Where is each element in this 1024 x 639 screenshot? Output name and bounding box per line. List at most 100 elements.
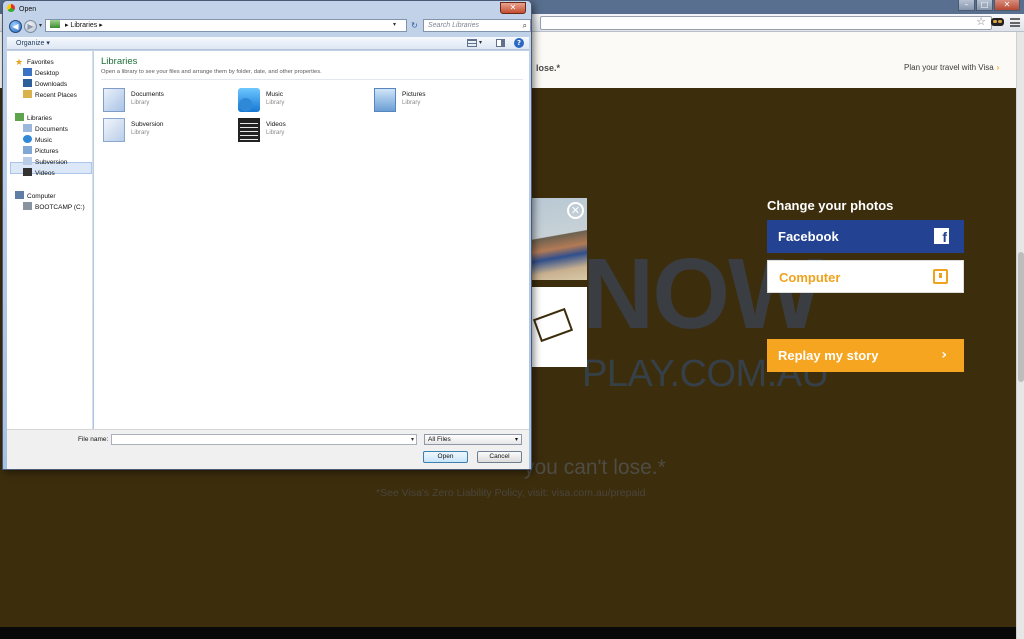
library-item-documents[interactable]: Documents Library xyxy=(103,88,223,116)
scrollbar-thumb[interactable] xyxy=(1018,252,1024,382)
file-type-value: All Files xyxy=(428,436,451,443)
replay-label: Replay my story xyxy=(778,348,879,363)
change-view-icon[interactable] xyxy=(467,39,477,47)
change-photos-title: Change your photos xyxy=(767,198,894,213)
file-type-select[interactable]: All Files ▾ xyxy=(424,434,522,445)
nav-recent-places[interactable]: Recent Places xyxy=(23,90,77,101)
nav-computer[interactable]: Computer xyxy=(15,191,56,202)
file-type-dropdown-icon: ▾ xyxy=(514,437,518,443)
maximize-button[interactable]: □ xyxy=(976,0,993,11)
hero-word: NOW xyxy=(582,238,822,350)
music-icon xyxy=(23,135,32,143)
bookmark-star-icon[interactable]: ☆ xyxy=(976,15,986,29)
computer-button[interactable]: Computer xyxy=(767,260,964,293)
subversion-library-icon xyxy=(103,118,125,142)
library-name: Documents xyxy=(131,91,164,98)
minimize-button[interactable]: – xyxy=(958,0,975,11)
music-library-icon xyxy=(238,88,260,112)
computer-label: Computer xyxy=(779,270,841,285)
nav-bootcamp-drive[interactable]: BOOTCAMP (C:) xyxy=(23,202,85,213)
content-title: Libraries xyxy=(101,56,138,67)
nav-libraries[interactable]: Libraries xyxy=(15,113,52,124)
dialog-address-arrow[interactable]: ▸ xyxy=(65,22,69,29)
dialog-address-arrow-2[interactable]: ▸ xyxy=(99,22,103,29)
library-name: Subversion xyxy=(131,121,164,128)
forward-arrow-icon[interactable]: ▶ xyxy=(24,20,37,33)
close-photo-icon[interactable]: ✕ xyxy=(567,202,584,219)
back-arrow-icon[interactable]: ◀ xyxy=(9,20,22,33)
preview-pane-icon[interactable] xyxy=(496,39,505,47)
nav-downloads[interactable]: Downloads xyxy=(23,79,67,90)
videos-library-icon xyxy=(238,118,260,142)
facebook-label: Facebook xyxy=(778,229,839,244)
window-controls: – □ ✕ xyxy=(957,0,1020,12)
empty-photo-slot[interactable] xyxy=(532,287,587,367)
nav-documents[interactable]: Documents xyxy=(23,124,68,135)
nav-music[interactable]: Music xyxy=(23,135,52,146)
search-placeholder: Search Libraries xyxy=(428,22,479,29)
nav-desktop[interactable]: Desktop xyxy=(23,68,59,79)
dialog-title-text: Open xyxy=(19,6,37,13)
chrome-icon xyxy=(7,4,15,12)
refresh-icon[interactable]: ↻ xyxy=(409,19,420,32)
nav-favorites[interactable]: ★ Favorites xyxy=(15,57,54,68)
libraries-nav-icon xyxy=(15,113,24,121)
library-type: Library xyxy=(402,100,421,106)
plan-link-label: Plan your travel with Visa xyxy=(904,63,994,72)
open-button[interactable]: Open xyxy=(423,451,468,463)
library-name: Videos xyxy=(266,121,286,128)
dialog-title: Open xyxy=(7,4,36,13)
navigation-pane: ★ Favorites Desktop Downloads Recent Plac… xyxy=(7,51,93,429)
facebook-icon: f xyxy=(934,228,949,245)
file-list-pane: Libraries Open a library to see your fil… xyxy=(94,51,529,429)
help-icon[interactable]: ? xyxy=(514,38,524,48)
dialog-bottom-bar: File name: ▾ All Files ▾ Open Cancel xyxy=(7,429,529,469)
file-name-dropdown-icon[interactable]: ▾ xyxy=(411,435,414,446)
dialog-address-bar[interactable]: ▸ Libraries ▸ ▾ xyxy=(45,19,407,32)
dialog-close-button[interactable]: ✕ xyxy=(500,2,526,14)
slogan: you can't lose.* xyxy=(524,456,666,479)
page-footer xyxy=(0,627,1024,639)
close-window-button[interactable]: ✕ xyxy=(994,0,1020,11)
browser-menu-icon[interactable] xyxy=(1010,18,1020,27)
plan-travel-link[interactable]: Plan your travel with Visa › xyxy=(904,63,999,72)
cancel-button[interactable]: Cancel xyxy=(477,451,522,463)
address-dropdown-icon[interactable]: ▾ xyxy=(393,20,396,31)
nav-pictures[interactable]: Pictures xyxy=(23,146,58,157)
extension-glasses-icon[interactable] xyxy=(991,18,1004,26)
facebook-button[interactable]: Facebook f xyxy=(767,220,964,253)
arrow-right-icon: › xyxy=(996,63,1000,72)
header-tagline: lose.* xyxy=(536,63,561,73)
address-path[interactable]: Libraries xyxy=(70,22,97,29)
address-bar[interactable] xyxy=(540,16,992,30)
upload-computer-icon xyxy=(933,269,948,284)
content-subtitle: Open a library to see your files and arr… xyxy=(101,69,322,75)
nav-videos[interactable]: Videos xyxy=(23,168,55,179)
library-item-music[interactable]: Music Library xyxy=(238,88,358,116)
replay-story-button[interactable]: Replay my story › xyxy=(767,339,964,372)
library-item-subversion[interactable]: Subversion Library xyxy=(103,118,223,146)
open-file-dialog: Open ✕ ◀ ▶ ▾ ▸ Libraries ▸ ▾ ↻ Search Li… xyxy=(2,0,532,470)
library-type: Library xyxy=(131,100,150,106)
nav-subversion[interactable]: Subversion xyxy=(23,157,68,168)
search-icon[interactable]: ⌕ xyxy=(523,20,527,31)
search-libraries-input[interactable]: Search Libraries ⌕ xyxy=(423,19,531,32)
library-type: Library xyxy=(266,100,285,106)
page-scrollbar[interactable] xyxy=(1016,32,1024,639)
view-dropdown-icon[interactable]: ▾ xyxy=(479,37,482,50)
organize-button[interactable]: Organize ▾ xyxy=(16,37,50,50)
image-placeholder-icon xyxy=(532,307,574,343)
history-dropdown-icon[interactable]: ▾ xyxy=(39,22,42,30)
story-photo: ✕ xyxy=(532,198,587,280)
library-item-videos[interactable]: Videos Library xyxy=(238,118,358,146)
subversion-icon xyxy=(23,157,32,165)
file-name-input[interactable]: ▾ xyxy=(111,434,417,445)
library-type: Library xyxy=(131,130,150,136)
documents-icon xyxy=(23,124,32,132)
desktop-icon xyxy=(23,68,32,76)
file-name-label: File name: xyxy=(78,436,109,443)
favorites-star-icon: ★ xyxy=(15,57,24,67)
chevron-right-icon: › xyxy=(941,347,947,363)
documents-library-icon xyxy=(103,88,125,112)
library-item-pictures[interactable]: Pictures Library xyxy=(374,88,494,116)
